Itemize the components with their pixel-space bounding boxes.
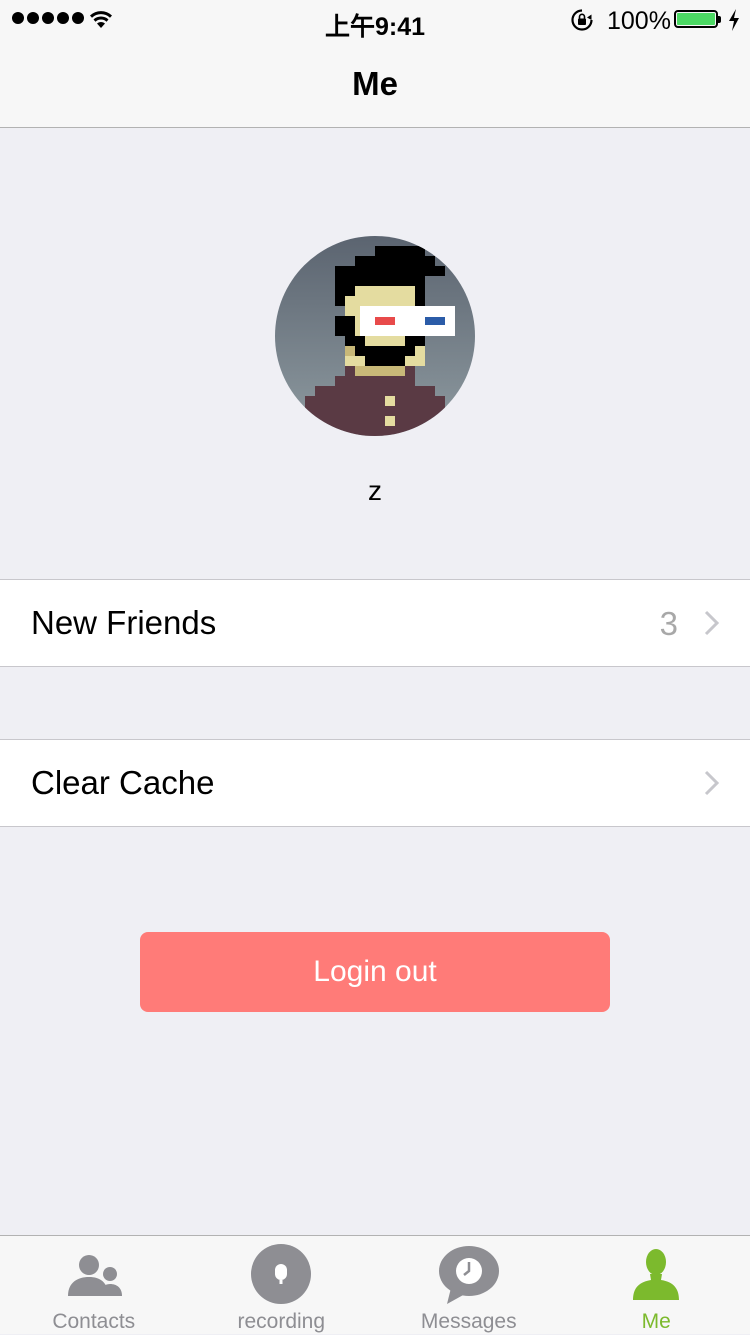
profile-header: z xyxy=(0,128,750,579)
microphone-icon xyxy=(249,1244,313,1306)
tab-messages[interactable]: Messages xyxy=(375,1236,563,1335)
tab-contacts-label: Contacts xyxy=(0,1310,188,1334)
new-friends-cell[interactable]: New Friends 3 xyxy=(0,579,750,667)
battery-icon xyxy=(674,10,718,28)
clear-cache-label: Clear Cache xyxy=(31,764,214,802)
logout-button[interactable]: Login out xyxy=(140,932,610,1012)
new-friends-count: 3 xyxy=(660,605,678,643)
tab-me-label: Me xyxy=(563,1310,750,1334)
new-friends-label: New Friends xyxy=(31,604,216,642)
chevron-right-icon xyxy=(704,610,720,636)
avatar[interactable] xyxy=(275,236,475,436)
tab-recording-label: recording xyxy=(188,1310,376,1334)
clear-cache-cell[interactable]: Clear Cache xyxy=(0,739,750,827)
chat-clock-icon xyxy=(437,1244,501,1306)
chevron-right-icon xyxy=(704,770,720,796)
rotation-lock-icon xyxy=(570,8,594,32)
status-bar: 上午9:41 100% xyxy=(0,0,750,40)
tab-contacts[interactable]: Contacts xyxy=(0,1236,188,1335)
page-title: Me xyxy=(0,65,750,103)
tab-recording[interactable]: recording xyxy=(188,1236,376,1335)
username: z xyxy=(0,475,750,507)
person-icon xyxy=(624,1244,688,1306)
charging-bolt-icon xyxy=(727,8,741,32)
tab-me[interactable]: Me xyxy=(563,1236,750,1335)
contacts-icon xyxy=(62,1244,126,1306)
tab-messages-label: Messages xyxy=(375,1310,563,1334)
pixel-art-avatar-icon xyxy=(275,236,475,436)
battery-percent: 100% xyxy=(607,7,671,36)
navigation-bar: Me xyxy=(0,40,750,128)
tab-bar: Contacts recording Messages Me xyxy=(0,1235,750,1334)
